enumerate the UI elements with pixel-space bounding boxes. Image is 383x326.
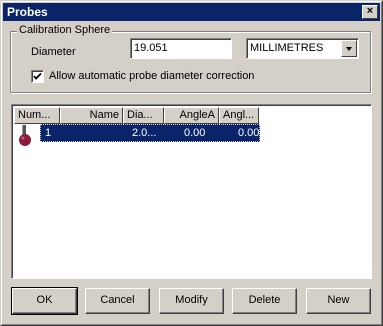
- cell-angle-a: 0.00: [184, 127, 206, 139]
- cell-diameter: 2.0...: [132, 127, 157, 139]
- column-angle-b[interactable]: Angl...: [219, 107, 259, 124]
- auto-correct-checkbox[interactable]: [31, 70, 44, 83]
- new-button[interactable]: New: [306, 288, 371, 314]
- units-select[interactable]: MILLIMETRES: [246, 38, 359, 59]
- column-name[interactable]: Name: [60, 107, 123, 124]
- auto-correct-label[interactable]: Allow automatic probe diameter correctio…: [49, 70, 254, 82]
- title-bar[interactable]: Probes ×: [3, 3, 380, 21]
- cancel-button[interactable]: Cancel: [85, 288, 150, 314]
- close-icon: ×: [366, 5, 374, 17]
- diameter-input[interactable]: 19.051: [130, 38, 232, 59]
- checkmark-icon: [33, 72, 42, 80]
- column-diameter[interactable]: Dia...: [123, 107, 164, 124]
- calibration-sphere-label: Calibration Sphere: [17, 24, 113, 36]
- probe-icon: [19, 125, 31, 146]
- column-angle-a[interactable]: AngleA: [164, 107, 219, 124]
- chevron-down-icon: [346, 47, 352, 51]
- cell-num: 1: [45, 127, 52, 139]
- probes-dialog: Probes × Calibration Sphere Diameter 19.…: [0, 0, 383, 326]
- cell-angle-b: 0.00: [238, 127, 260, 139]
- table-row[interactable]: 1 2.0... 0.00 0.00: [40, 124, 260, 142]
- diameter-value: 19.051: [134, 42, 168, 54]
- diameter-label: Diameter: [31, 46, 76, 58]
- units-dropdown-button[interactable]: [341, 40, 357, 57]
- delete-button[interactable]: Delete: [232, 288, 297, 314]
- close-button[interactable]: ×: [362, 5, 378, 19]
- window-title: Probes: [7, 5, 48, 19]
- units-selected-value: MILLIMETRES: [250, 42, 324, 54]
- column-num[interactable]: Num...: [14, 107, 60, 124]
- ok-button[interactable]: OK: [11, 287, 78, 315]
- probes-list[interactable]: Num... Name Dia... AngleA Angl... 1 2.0.…: [11, 104, 372, 279]
- modify-button[interactable]: Modify: [159, 288, 224, 314]
